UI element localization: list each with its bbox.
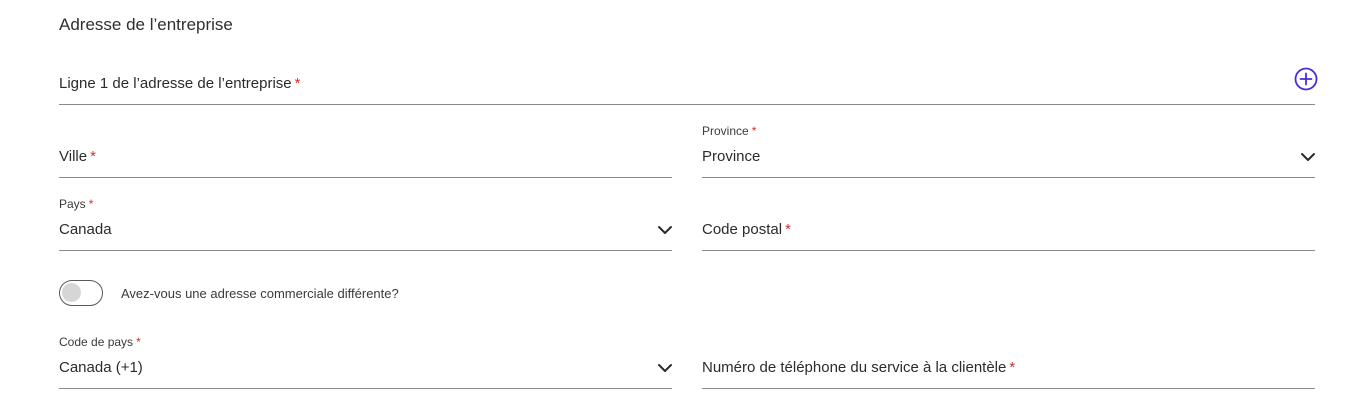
address-line1-label: Ligne 1 de l’adresse de l’entreprise [59,75,292,92]
phone-label: Numéro de téléphone du service à la clie… [702,359,1007,376]
city-field[interactable]: Ville * [59,143,672,178]
required-marker: * [1009,359,1016,376]
country-label: Pays [59,197,86,211]
city-label: Ville [59,148,88,165]
plus-circle-icon[interactable] [1294,67,1318,91]
toggle-knob [62,283,81,302]
postal-code-label: Code postal [702,221,783,238]
country-select[interactable]: Pays * Canada [59,197,672,251]
postal-code-field[interactable]: Code postal * [702,216,1315,251]
different-address-toggle-label: Avez-vous une adresse commerciale différ… [121,286,399,301]
chevron-down-icon [658,364,672,372]
required-marker: * [294,75,301,92]
country-code-value: Canada (+1) [59,359,143,376]
province-value: Province [702,148,761,165]
section-title: Adresse de l’entreprise [59,15,233,34]
country-value: Canada [59,221,112,238]
chevron-down-icon [1301,153,1315,161]
country-code-label: Code de pays [59,335,134,349]
required-marker: * [785,221,791,238]
required-marker: * [88,197,94,211]
chevron-down-icon [658,226,672,234]
address-line1-field[interactable]: Ligne 1 de l’adresse de l’entreprise * [59,70,1315,105]
province-label: Province [702,124,749,138]
phone-field[interactable]: Numéro de téléphone du service à la clie… [702,354,1315,389]
required-marker: * [90,148,96,165]
required-marker: * [751,124,757,138]
required-marker: * [136,335,141,349]
country-code-select[interactable]: Code de pays * Canada (+1) [59,335,672,389]
province-select[interactable]: Province * Province [702,124,1315,178]
different-address-toggle[interactable] [59,280,103,306]
